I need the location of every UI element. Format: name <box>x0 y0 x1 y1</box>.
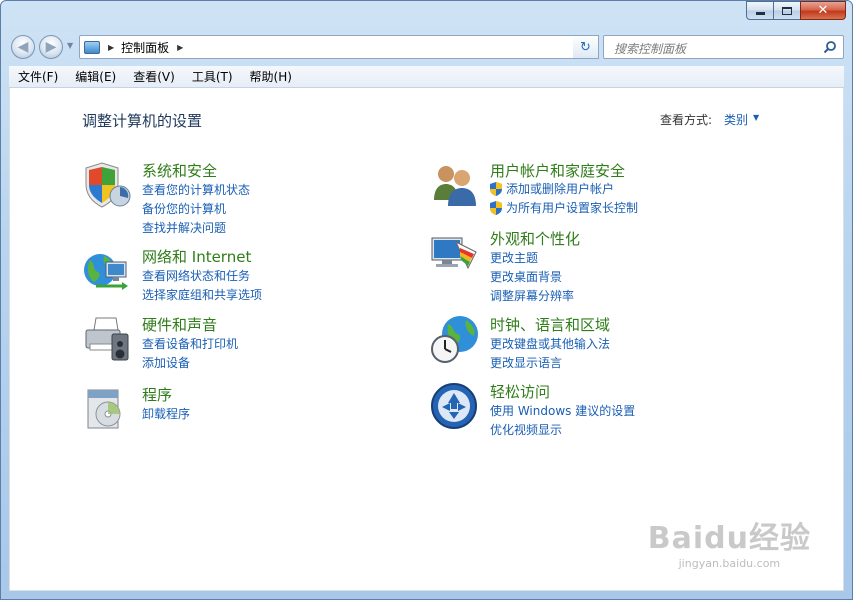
link-label[interactable]: 为所有用户设置家长控制 <box>506 199 638 216</box>
back-arrow-icon: ◀ <box>17 39 29 55</box>
category-system-security: 系统和安全 查看您的计算机状态 备份您的计算机 查找并解决问题 <box>82 160 382 235</box>
menu-edit[interactable]: 编辑(E) <box>66 68 124 85</box>
link-parental-controls[interactable]: 为所有用户设置家长控制 <box>490 199 638 216</box>
category-programs: 程序 卸载程序 <box>82 384 382 434</box>
category-title[interactable]: 程序 <box>142 384 172 405</box>
uac-shield-icon <box>490 181 502 196</box>
category-title[interactable]: 时钟、语言和区域 <box>490 314 610 335</box>
category-title[interactable]: 硬件和声音 <box>142 314 217 335</box>
link-troubleshoot[interactable]: 查找并解决问题 <box>142 219 226 236</box>
watermark-logo: Baidu经验 <box>647 521 811 556</box>
maximize-button[interactable] <box>773 1 800 20</box>
menu-bar: 文件(F) 编辑(E) 查看(V) 工具(T) 帮助(H) <box>9 66 844 88</box>
search-icon[interactable] <box>823 40 837 54</box>
minimize-button[interactable] <box>746 1 773 20</box>
menu-help[interactable]: 帮助(H) <box>241 68 300 85</box>
view-by-label: 查看方式: <box>660 113 713 127</box>
users-icon[interactable] <box>430 160 480 210</box>
monitor-palette-icon[interactable] <box>430 228 480 278</box>
link-add-remove-accounts[interactable]: 添加或删除用户帐户 <box>490 180 614 197</box>
control-panel-window: ✕ ◀ ▶ ▼ ▶ 控制面板 ▶ ▼ ↻ 搜索控制面板 文件(F) 编辑(E) … <box>0 0 853 600</box>
category-ease-of-access: 轻松访问 使用 Windows 建议的设置 优化视频显示 <box>430 381 760 441</box>
close-button[interactable]: ✕ <box>800 1 846 20</box>
category-title[interactable]: 外观和个性化 <box>490 228 580 249</box>
ease-of-access-icon[interactable] <box>430 381 480 431</box>
link-backup-computer[interactable]: 备份您的计算机 <box>142 200 226 217</box>
network-globe-icon[interactable] <box>82 246 132 296</box>
category-clock-language-region: 时钟、语言和区域 更改键盘或其他输入法 更改显示语言 <box>430 314 760 374</box>
clock-globe-icon[interactable] <box>430 314 480 364</box>
link-change-keyboard[interactable]: 更改键盘或其他输入法 <box>490 335 610 352</box>
search-placeholder: 搜索控制面板 <box>614 42 687 56</box>
refresh-button[interactable]: ↻ <box>573 35 599 59</box>
category-appearance: 外观和个性化 更改主题 更改桌面背景 调整屏幕分辨率 <box>430 228 760 303</box>
link-desktop-background[interactable]: 更改桌面背景 <box>490 268 562 285</box>
menu-tools[interactable]: 工具(T) <box>183 68 241 85</box>
category-title[interactable]: 轻松访问 <box>490 381 550 402</box>
main-content: 调整计算机的设置 查看方式: 类别 ▼ 系统和安全 查看您的计算机状态 备份您的… <box>9 88 844 591</box>
watermark-url: jingyan.baidu.com <box>678 557 781 570</box>
control-panel-icon <box>84 40 100 54</box>
search-input[interactable]: 搜索控制面板 <box>603 35 844 59</box>
refresh-icon: ↻ <box>580 39 591 55</box>
security-shield-icon[interactable] <box>82 160 132 210</box>
baidu-watermark: Baidu经验 jingyan.baidu.com <box>648 513 811 570</box>
close-icon: ✕ <box>817 3 829 18</box>
category-title[interactable]: 用户帐户和家庭安全 <box>490 160 625 181</box>
back-button[interactable]: ◀ <box>11 35 35 59</box>
forward-button[interactable]: ▶ <box>39 35 63 59</box>
link-add-device[interactable]: 添加设备 <box>142 354 190 371</box>
link-change-theme[interactable]: 更改主题 <box>490 249 538 266</box>
menu-file[interactable]: 文件(F) <box>9 68 66 85</box>
view-by-dropdown[interactable]: 类别 <box>724 111 748 128</box>
printer-speaker-icon[interactable] <box>82 314 132 364</box>
link-view-computer-status[interactable]: 查看您的计算机状态 <box>142 181 250 198</box>
link-homegroup-sharing[interactable]: 选择家庭组和共享选项 <box>142 286 262 303</box>
link-optimize-display[interactable]: 优化视频显示 <box>490 421 562 438</box>
navigation-row: ◀ ▶ ▼ ▶ 控制面板 ▶ ▼ ↻ 搜索控制面板 <box>9 33 844 61</box>
link-label[interactable]: 添加或删除用户帐户 <box>506 180 614 197</box>
forward-arrow-icon: ▶ <box>45 39 57 55</box>
link-uninstall-program[interactable]: 卸载程序 <box>142 405 190 422</box>
category-network-internet: 网络和 Internet 查看网络状态和任务 选择家庭组和共享选项 <box>82 246 382 306</box>
link-recommended-settings[interactable]: 使用 Windows 建议的设置 <box>490 402 635 419</box>
category-title[interactable]: 系统和安全 <box>142 160 217 181</box>
link-devices-printers[interactable]: 查看设备和打印机 <box>142 335 238 352</box>
category-title[interactable]: 网络和 Internet <box>142 246 251 267</box>
menu-view[interactable]: 查看(V) <box>124 68 183 85</box>
category-hardware-sound: 硬件和声音 查看设备和打印机 添加设备 <box>82 314 382 374</box>
recent-pages-dropdown[interactable]: ▼ <box>67 41 73 50</box>
link-network-status[interactable]: 查看网络状态和任务 <box>142 267 250 284</box>
programs-box-icon[interactable] <box>82 384 132 434</box>
breadcrumb-control-panel[interactable]: 控制面板 <box>121 39 169 56</box>
page-title: 调整计算机的设置 <box>82 112 203 130</box>
caption-buttons: ✕ <box>746 1 846 20</box>
address-bar[interactable]: ▶ 控制面板 ▶ ▼ <box>79 35 599 59</box>
link-screen-resolution[interactable]: 调整屏幕分辨率 <box>490 287 574 304</box>
category-user-accounts: 用户帐户和家庭安全 添加或删除用户帐户 为所有用户设置家长控制 <box>430 160 760 215</box>
uac-shield-icon <box>490 200 502 215</box>
view-by-arrow-icon[interactable]: ▼ <box>753 113 759 122</box>
breadcrumb-arrow-icon[interactable]: ▶ <box>108 43 114 52</box>
maximize-icon <box>782 6 792 15</box>
link-display-language[interactable]: 更改显示语言 <box>490 354 562 371</box>
title-bar: ✕ <box>1 1 852 27</box>
minimize-icon <box>755 12 765 15</box>
breadcrumb-arrow-icon[interactable]: ▶ <box>177 43 183 52</box>
